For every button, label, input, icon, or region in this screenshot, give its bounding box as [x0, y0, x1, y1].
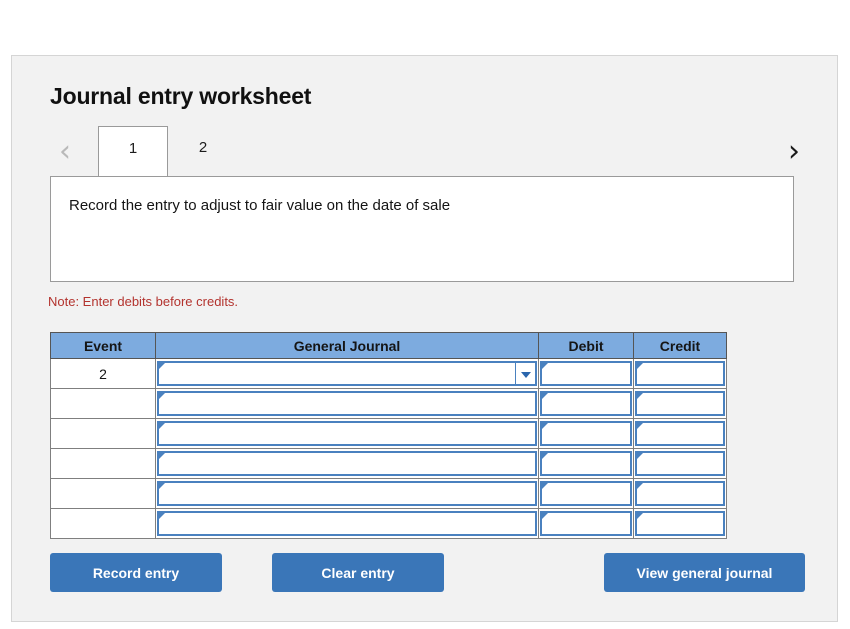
cell-corner-marker-icon — [542, 453, 548, 459]
cell-corner-marker-icon — [542, 513, 548, 519]
debit-input[interactable] — [540, 481, 632, 506]
table-row — [50, 478, 727, 509]
column-header-general-journal: General Journal — [155, 332, 539, 359]
credit-cell — [633, 448, 727, 479]
cell-corner-marker-icon — [159, 393, 165, 399]
page-title: Journal entry worksheet — [50, 83, 312, 109]
tab-2[interactable]: 2 — [168, 126, 238, 176]
credit-input[interactable] — [635, 361, 725, 386]
cell-corner-marker-icon — [637, 513, 643, 519]
general-journal-cell — [155, 418, 539, 449]
general-journal-cell — [155, 508, 539, 539]
record-entry-button[interactable]: Record entry — [50, 553, 222, 592]
cell-corner-marker-icon — [542, 363, 548, 369]
credit-cell — [633, 508, 727, 539]
general-journal-input[interactable] — [157, 391, 537, 416]
chevron-down-icon[interactable] — [515, 363, 535, 384]
event-cell — [50, 508, 156, 539]
table-head: Event General Journal Debit Credit — [50, 332, 727, 359]
debit-input[interactable] — [540, 391, 632, 416]
general-journal-cell — [155, 388, 539, 419]
debit-input[interactable] — [540, 361, 632, 386]
column-header-event: Event — [50, 332, 156, 359]
debit-cell — [538, 388, 634, 419]
column-header-debit: Debit — [538, 332, 634, 359]
cell-corner-marker-icon — [542, 423, 548, 429]
cell-corner-marker-icon — [637, 363, 643, 369]
debit-input[interactable] — [540, 451, 632, 476]
debit-cell — [538, 418, 634, 449]
cell-corner-marker-icon — [637, 483, 643, 489]
debit-input[interactable] — [540, 511, 632, 536]
general-journal-input[interactable] — [157, 511, 537, 536]
credit-input[interactable] — [635, 511, 725, 536]
journal-entry-table: Event General Journal Debit Credit 2 — [50, 332, 727, 539]
cell-corner-marker-icon — [159, 453, 165, 459]
chevron-left-icon[interactable]: ‹ — [50, 136, 80, 170]
general-journal-input[interactable] — [157, 421, 537, 446]
cell-corner-marker-icon — [159, 513, 165, 519]
debit-input[interactable] — [540, 421, 632, 446]
event-cell — [50, 418, 156, 449]
cell-corner-marker-icon — [159, 363, 165, 369]
cell-corner-marker-icon — [637, 453, 643, 459]
note-text: Note: Enter debits before credits. — [48, 294, 239, 309]
credit-cell — [633, 388, 727, 419]
general-journal-input[interactable] — [157, 451, 537, 476]
prompt-box: Record the entry to adjust to fair value… — [50, 176, 794, 282]
cell-corner-marker-icon — [637, 393, 643, 399]
event-cell: 2 — [50, 358, 156, 389]
credit-cell — [633, 478, 727, 509]
view-general-journal-button[interactable]: View general journal — [604, 553, 805, 592]
column-header-credit: Credit — [633, 332, 727, 359]
prompt-text: Record the entry to adjust to fair value… — [69, 197, 451, 214]
cell-corner-marker-icon — [159, 423, 165, 429]
worksheet-panel: Journal entry worksheet ‹ 12 › Record th… — [11, 55, 838, 622]
general-journal-cell — [155, 448, 539, 479]
general-journal-cell — [155, 478, 539, 509]
credit-input[interactable] — [635, 451, 725, 476]
cell-corner-marker-icon — [159, 483, 165, 489]
credit-input[interactable] — [635, 481, 725, 506]
debit-cell — [538, 358, 634, 389]
debit-cell — [538, 478, 634, 509]
table-row: 2 — [50, 358, 727, 389]
debit-cell — [538, 448, 634, 479]
table-row — [50, 388, 727, 419]
credit-input[interactable] — [635, 421, 725, 446]
general-journal-cell — [155, 358, 539, 389]
table-row — [50, 508, 727, 539]
credit-cell — [633, 358, 727, 389]
tab-strip: ‹ 12 › — [12, 122, 839, 177]
event-cell — [50, 388, 156, 419]
clear-entry-button[interactable]: Clear entry — [272, 553, 444, 592]
chevron-right-icon[interactable]: › — [779, 136, 809, 170]
tab-1[interactable]: 1 — [98, 126, 168, 176]
cell-corner-marker-icon — [637, 423, 643, 429]
general-journal-input[interactable] — [157, 361, 537, 386]
cell-corner-marker-icon — [542, 483, 548, 489]
event-cell — [50, 448, 156, 479]
table-row — [50, 448, 727, 479]
table-body: 2 — [50, 358, 727, 539]
event-cell — [50, 478, 156, 509]
table-header-row: Event General Journal Debit Credit — [50, 332, 727, 359]
credit-input[interactable] — [635, 391, 725, 416]
credit-cell — [633, 418, 727, 449]
table-row — [50, 418, 727, 449]
screenshot-root: Journal entry worksheet ‹ 12 › Record th… — [0, 0, 850, 629]
cell-corner-marker-icon — [542, 393, 548, 399]
general-journal-input[interactable] — [157, 481, 537, 506]
debit-cell — [538, 508, 634, 539]
